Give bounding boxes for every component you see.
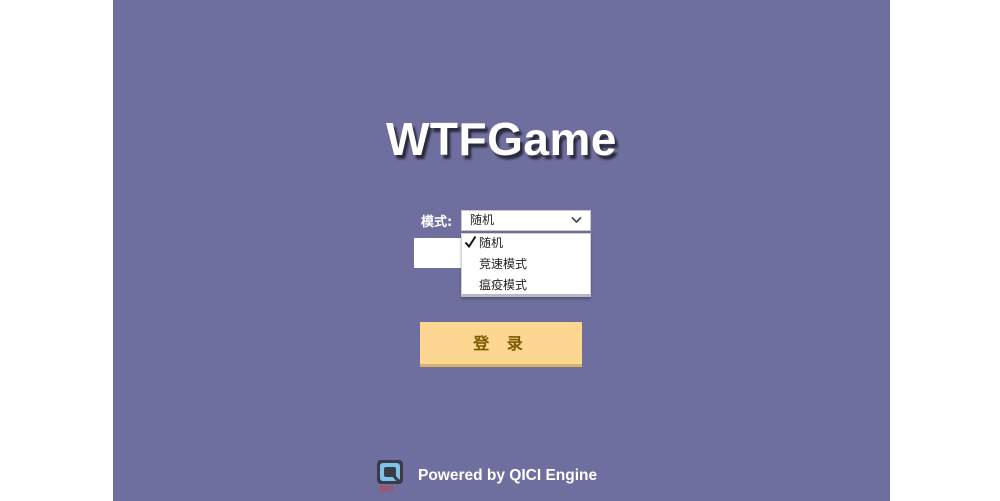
mode-option-race[interactable]: 竞速模式 <box>462 255 590 276</box>
mode-select[interactable]: 随机 <box>461 210 591 231</box>
mode-select-value: 随机 <box>470 213 495 227</box>
footer: QICI Powered by QICI Engine <box>376 458 597 494</box>
name-input[interactable] <box>414 238 462 268</box>
mode-option-random[interactable]: 随机 <box>462 234 590 255</box>
qici-engine-logo: QICI <box>377 460 403 493</box>
svg-text:QICI: QICI <box>379 486 393 493</box>
mode-option-label: 随机 <box>479 236 504 250</box>
chevron-down-icon <box>571 216 582 224</box>
mode-option-label: 瘟疫模式 <box>479 278 528 292</box>
mode-label: 模式: <box>421 215 453 230</box>
checkmark-icon <box>464 235 477 249</box>
game-stage: WTFGame 模式: 随机 随机 竞速模式 瘟疫模式 登 录 QICI Pow… <box>113 0 890 501</box>
mode-dropdown-list: 随机 竞速模式 瘟疫模式 <box>461 233 591 297</box>
mode-option-plague[interactable]: 瘟疫模式 <box>462 276 590 297</box>
powered-by-text: Powered by QICI Engine <box>418 467 598 484</box>
mode-option-label: 竞速模式 <box>479 257 528 271</box>
game-title: WTFGame <box>386 113 617 165</box>
login-button[interactable]: 登 录 <box>420 322 582 367</box>
